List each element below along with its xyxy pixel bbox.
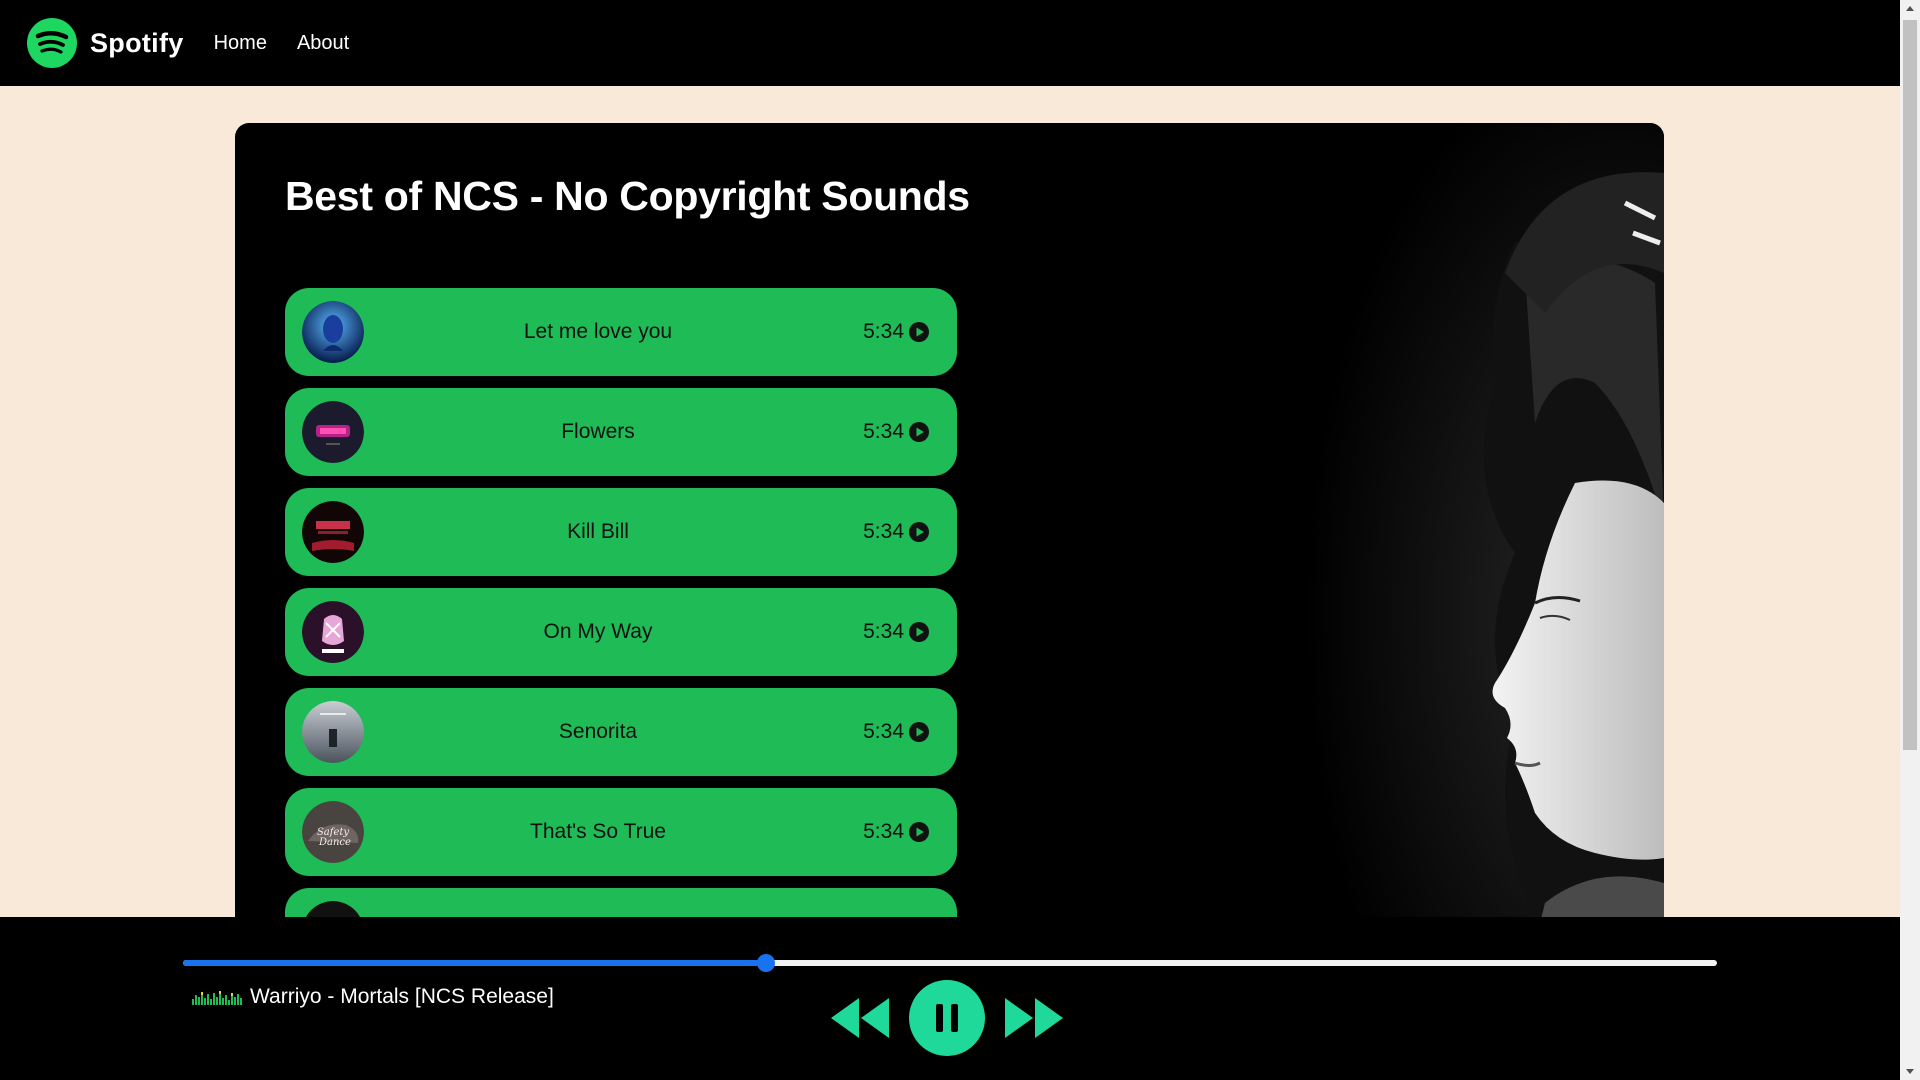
song-name: Senorita <box>558 720 638 743</box>
song-duration: 5:34 <box>863 720 904 743</box>
play-circle-icon[interactable] <box>909 322 929 342</box>
play-circle-icon[interactable] <box>909 822 929 842</box>
song-duration: 5:34 <box>863 620 904 643</box>
playlist-title: Best of NCS - No Copyright Sounds <box>285 173 970 219</box>
nav-home-link[interactable]: Home <box>214 32 267 55</box>
song-duration: 5:34 <box>863 820 904 843</box>
scroll-down-arrow-icon[interactable] <box>1900 1063 1920 1080</box>
forward-icon[interactable] <box>1003 994 1067 1042</box>
song-name: Let me love you <box>523 320 673 343</box>
playlist-card: Best of NCS - No Copyright Sounds Let me… <box>235 123 1664 943</box>
play-circle-icon[interactable] <box>909 722 929 742</box>
backward-icon[interactable] <box>827 994 891 1042</box>
pause-icon[interactable] <box>909 980 985 1056</box>
song-item[interactable]: On My Way 5:34 <box>285 588 957 676</box>
spotify-logo-icon[interactable] <box>27 18 77 68</box>
scroll-up-arrow-icon[interactable] <box>1900 0 1920 17</box>
play-circle-icon[interactable] <box>909 622 929 642</box>
song-item[interactable]: Let me love you 5:34 <box>285 288 957 376</box>
equalizer-icon <box>192 991 242 1005</box>
song-name: On My Way <box>543 620 653 643</box>
song-item[interactable]: Flowers 5:34 <box>285 388 957 476</box>
song-name: Flowers <box>561 420 635 443</box>
scroll-thumb[interactable] <box>1903 20 1917 750</box>
song-name: That's So True <box>530 820 666 843</box>
player-bar: Warriyo - Mortals [NCS Release] <box>0 917 1900 1080</box>
artist-portrait-image <box>1215 123 1664 943</box>
page-scrollbar[interactable] <box>1900 0 1920 1080</box>
song-duration: 5:34 <box>863 420 904 443</box>
now-playing: Warriyo - Mortals [NCS Release] <box>192 985 554 1009</box>
now-playing-title: Warriyo - Mortals [NCS Release] <box>250 985 554 1008</box>
progress-thumb[interactable] <box>756 954 775 972</box>
progress-slider[interactable] <box>183 954 1717 972</box>
song-duration: 5:34 <box>863 320 904 343</box>
song-item[interactable]: Kill Bill 5:34 <box>285 488 957 576</box>
progress-fill <box>183 960 766 966</box>
play-circle-icon[interactable] <box>909 522 929 542</box>
song-item[interactable]: Senorita 5:34 <box>285 688 957 776</box>
play-circle-icon[interactable] <box>909 422 929 442</box>
brand-name[interactable]: Spotify <box>90 28 184 59</box>
playback-controls <box>827 980 1067 1056</box>
song-item[interactable]: Safety Dance That's So True 5:34 <box>285 788 957 876</box>
navbar: Spotify Home About <box>0 0 1900 86</box>
nav-about-link[interactable]: About <box>297 32 349 55</box>
song-duration: 5:34 <box>863 520 904 543</box>
song-name: Kill Bill <box>567 520 629 543</box>
song-list: Let me love you 5:34 Flowers 5:34 Kill B… <box>285 288 957 943</box>
